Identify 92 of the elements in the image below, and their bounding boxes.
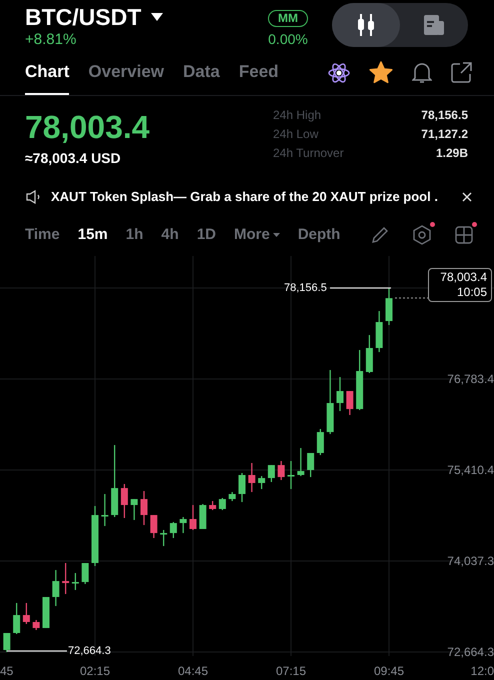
- y-axis-label: 75,410.4: [447, 463, 494, 477]
- candle: [386, 288, 392, 326]
- candle: [326, 370, 334, 434]
- candle: [366, 335, 373, 373]
- candle: [170, 522, 177, 538]
- candle: [160, 530, 168, 546]
- tab[interactable]: Feed: [238, 50, 279, 95]
- tooltip-time: 10:05: [456, 285, 487, 300]
- x-axis-label: 12:0: [470, 664, 494, 678]
- pencil-icon[interactable]: [370, 225, 390, 245]
- candlestick-icon: [356, 14, 376, 36]
- candle: [228, 492, 236, 502]
- interval-tab[interactable]: 1D: [196, 224, 216, 246]
- close-icon[interactable]: [462, 192, 472, 202]
- x-axis-label: 09:45: [374, 664, 404, 678]
- stat-value: 1.29B: [434, 145, 468, 162]
- low-leader-line: [7, 650, 67, 652]
- candle: [199, 504, 206, 529]
- price-change: +8.81%: [25, 31, 78, 49]
- candle: [336, 377, 344, 412]
- candle: [288, 461, 294, 490]
- candle: [258, 476, 266, 490]
- stat-label: 24h Low: [273, 126, 320, 143]
- candle: [42, 597, 50, 628]
- candle: [32, 620, 40, 630]
- candle: [140, 491, 148, 526]
- atom-icon[interactable]: [328, 62, 350, 84]
- candle: [3, 633, 10, 652]
- hexagon-icon[interactable]: [412, 225, 432, 245]
- low-price-label: 72,664.3: [68, 645, 111, 658]
- fiat-price: ≈78,003.4 USD: [25, 149, 122, 167]
- x-axis-label: 07:15: [276, 664, 306, 678]
- stat-value: 71,127.2: [420, 126, 468, 143]
- candle: [209, 501, 216, 510]
- grid-icon[interactable]: [454, 225, 474, 245]
- document-icon: [424, 15, 444, 35]
- last-price: 78,003.4: [25, 108, 150, 146]
- candle: [72, 573, 79, 590]
- tooltip-price: 78,003.4: [440, 270, 487, 285]
- x-axis-label: 02:15: [80, 664, 110, 678]
- x-axis-label: 45: [0, 664, 14, 678]
- candle: [150, 515, 158, 538]
- interval-tab[interactable]: Time: [25, 224, 60, 246]
- candle: [190, 505, 196, 530]
- announcement-text[interactable]: XAUT Token Splash— Grab a share of the 20 XAUT prize pool .: [51, 187, 438, 207]
- y-axis-label: 74,037.3: [447, 554, 494, 568]
- candle: [22, 602, 30, 624]
- candle: [268, 465, 275, 482]
- mm-badge: MM: [268, 10, 308, 27]
- candle: [307, 453, 314, 478]
- stat-label: 24h Turnover: [273, 145, 345, 162]
- tab[interactable]: Chart: [25, 50, 70, 95]
- stat-label: 24h High: [273, 107, 322, 124]
- x-axis-label: 04:45: [178, 664, 208, 678]
- candle: [346, 391, 354, 416]
- candle: [248, 463, 256, 492]
- candle: [82, 563, 89, 584]
- speaker-icon: [26, 190, 41, 204]
- y-axis-label: 76,783.4: [447, 372, 494, 386]
- high-price-label: 78,156.5: [284, 282, 327, 295]
- candle: [101, 494, 108, 526]
- interval-tab[interactable]: 4h: [161, 224, 179, 246]
- star-icon[interactable]: [369, 61, 393, 84]
- candle: [52, 570, 60, 606]
- candle: [130, 499, 138, 520]
- candle: [180, 517, 187, 534]
- candle: [238, 473, 246, 502]
- candle: [218, 498, 226, 510]
- interval-tab[interactable]: 15m: [78, 224, 108, 246]
- candle: [316, 429, 324, 456]
- tab[interactable]: Overview: [88, 50, 164, 95]
- interval-tab[interactable]: More: [234, 224, 280, 246]
- candle: [62, 563, 70, 594]
- pair-title[interactable]: BTC/USDT: [25, 3, 142, 31]
- candle: [278, 461, 285, 480]
- candle: [297, 448, 304, 476]
- mm-rate: 0.00%: [268, 30, 308, 48]
- candlestick-view-button[interactable]: [332, 3, 400, 47]
- stat-value: 78,156.5: [420, 107, 468, 124]
- y-axis-label: 72,664.3: [447, 645, 494, 659]
- tab[interactable]: Data: [183, 50, 220, 95]
- interval-tab[interactable]: 1h: [126, 224, 144, 246]
- high-leader-line: [330, 287, 391, 289]
- candle: [92, 506, 98, 566]
- candle: [356, 350, 364, 410]
- bell-icon[interactable]: [412, 62, 432, 84]
- candle: [376, 311, 383, 352]
- interval-tab[interactable]: Depth: [298, 224, 340, 246]
- candle: [120, 484, 128, 518]
- caret-icon[interactable]: [151, 12, 164, 22]
- share-icon[interactable]: [451, 62, 472, 83]
- candle: [13, 602, 20, 634]
